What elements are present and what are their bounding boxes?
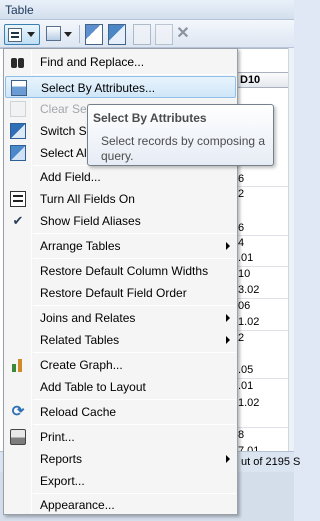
menu-separator: [33, 424, 236, 425]
menu-item-label: Switch Se: [40, 124, 94, 138]
submenu-arrow-icon: [226, 314, 230, 322]
table-cell: 4: [238, 237, 245, 249]
table-cell: 3.02: [238, 284, 260, 296]
window-title: Table: [5, 3, 34, 17]
menu-separator: [33, 305, 236, 306]
menu-separator: [33, 74, 236, 75]
menu-separator: [33, 352, 236, 353]
table-cell: 06: [238, 300, 251, 312]
menu-item-select-by-attributes[interactable]: Select By Attributes...: [5, 76, 236, 98]
table-cell: 8: [238, 429, 245, 441]
table-cell: 6: [238, 222, 245, 234]
table-cell: 1.02: [238, 397, 260, 409]
row-divider: [236, 330, 294, 331]
menu-item-label: Add Table to Layout: [40, 380, 146, 394]
tooltip-description: Select records by composing a query.: [101, 134, 266, 163]
column-header-d10[interactable]: D10: [236, 72, 292, 88]
select-by-attributes-toolbar-icon[interactable]: [85, 24, 103, 45]
menu-item-reload-cache[interactable]: ⟳ Reload Cache: [5, 401, 236, 423]
menu-item-restore-field-order[interactable]: Restore Default Field Order: [5, 282, 236, 304]
menu-item-label: Export...: [40, 474, 85, 488]
toolbar-separator: [79, 25, 80, 43]
menu-separator: [33, 258, 236, 259]
row-divider: [236, 427, 294, 428]
menu-item-add-field[interactable]: Add Field...: [5, 166, 236, 188]
menu-separator: [33, 233, 236, 234]
menu-item-label: Restore Default Field Order: [40, 286, 187, 300]
table-cell: 10: [238, 268, 251, 280]
table-cell: 2: [238, 332, 245, 344]
vertical-scrollbar[interactable]: [288, 48, 294, 451]
menu-item-label: Find and Replace...: [40, 55, 145, 69]
related-tables-icon: [46, 26, 61, 41]
menu-item-label: Arrange Tables: [40, 239, 121, 253]
table-toolbar: ✕: [0, 20, 294, 48]
delete-selected-icon[interactable]: ✕: [176, 24, 190, 45]
tooltip-title: Select By Attributes: [93, 111, 207, 125]
menu-item-label: Turn All Fields On: [40, 192, 135, 206]
switch-selection-icon: [10, 123, 26, 139]
row-divider: [236, 378, 294, 379]
table-cell: .01: [238, 380, 254, 392]
menu-item-label: Appearance...: [40, 498, 115, 512]
table-cell: 6: [238, 173, 245, 185]
menu-item-label: Reports: [40, 452, 83, 466]
menu-item-label: Print...: [40, 430, 75, 444]
menu-item-arrange-tables[interactable]: Arrange Tables: [5, 235, 236, 257]
zoom-to-selected-toolbar-icon[interactable]: [155, 24, 173, 45]
menu-item-export[interactable]: Export...: [5, 470, 236, 492]
related-tables-button[interactable]: [44, 24, 76, 45]
fields-list-icon: [10, 191, 26, 207]
submenu-arrow-icon: [226, 242, 230, 250]
menu-item-show-field-aliases[interactable]: ✔ Show Field Aliases: [5, 210, 236, 232]
clear-selection-icon: [10, 101, 26, 117]
menu-item-label: Joins and Relates: [40, 311, 136, 325]
menu-item-label: Show Field Aliases: [40, 214, 141, 228]
window-titlebar: Table: [0, 0, 294, 20]
chevron-down-icon: [27, 32, 35, 37]
menu-separator: [33, 399, 236, 400]
bar-chart-icon: [10, 357, 26, 373]
printer-icon: [10, 429, 26, 445]
tooltip-select-by-attributes: Select By Attributes Select records by c…: [87, 104, 274, 166]
menu-item-reports[interactable]: Reports: [5, 448, 236, 470]
table-cell: .01: [238, 252, 254, 264]
row-divider: [236, 235, 294, 236]
binoculars-icon: [10, 54, 26, 70]
menu-item-add-table-to-layout[interactable]: Add Table to Layout: [5, 376, 236, 398]
menu-item-joins-relates[interactable]: Joins and Relates: [5, 307, 236, 329]
submenu-arrow-icon: [226, 455, 230, 463]
selection-count-text: ut of 2195 S: [241, 456, 301, 468]
menu-item-appearance[interactable]: Appearance...: [5, 494, 236, 516]
menu-item-label: Related Tables: [40, 333, 120, 347]
table-options-button[interactable]: [4, 24, 40, 45]
menu-item-label: Create Graph...: [40, 358, 123, 372]
select-all-icon: [10, 145, 26, 161]
menu-item-create-graph[interactable]: Create Graph...: [5, 354, 236, 376]
select-by-attributes-icon: [11, 80, 27, 96]
row-divider: [236, 186, 294, 187]
menu-item-find-replace[interactable]: Find and Replace...: [5, 51, 236, 73]
table-cell: .05: [238, 364, 254, 376]
menu-item-label: Add Field...: [40, 170, 101, 184]
menu-item-label: Select All: [40, 146, 90, 160]
table-options-icon: [8, 28, 22, 42]
clear-selection-toolbar-icon[interactable]: [133, 24, 151, 45]
menu-item-restore-column-widths[interactable]: Restore Default Column Widths: [5, 260, 236, 282]
checkmark-icon: ✔: [12, 213, 24, 228]
menu-item-label: Restore Default Column Widths: [40, 264, 209, 278]
menu-item-print[interactable]: Print...: [5, 426, 236, 448]
table-cell: 2: [238, 188, 245, 200]
submenu-arrow-icon: [226, 336, 230, 344]
switch-selection-toolbar-icon[interactable]: [108, 24, 126, 45]
reload-icon: ⟳: [11, 403, 25, 420]
row-divider: [236, 266, 294, 267]
menu-item-related-tables[interactable]: Related Tables: [5, 329, 236, 351]
menu-item-label: Select By Attributes...: [41, 81, 156, 95]
chevron-down-icon: [64, 32, 72, 37]
menu-item-turn-all-fields-on[interactable]: Turn All Fields On: [5, 188, 236, 210]
table-cell: 1.02: [238, 316, 260, 328]
row-divider: [236, 298, 294, 299]
menu-item-label: Reload Cache: [40, 405, 117, 419]
